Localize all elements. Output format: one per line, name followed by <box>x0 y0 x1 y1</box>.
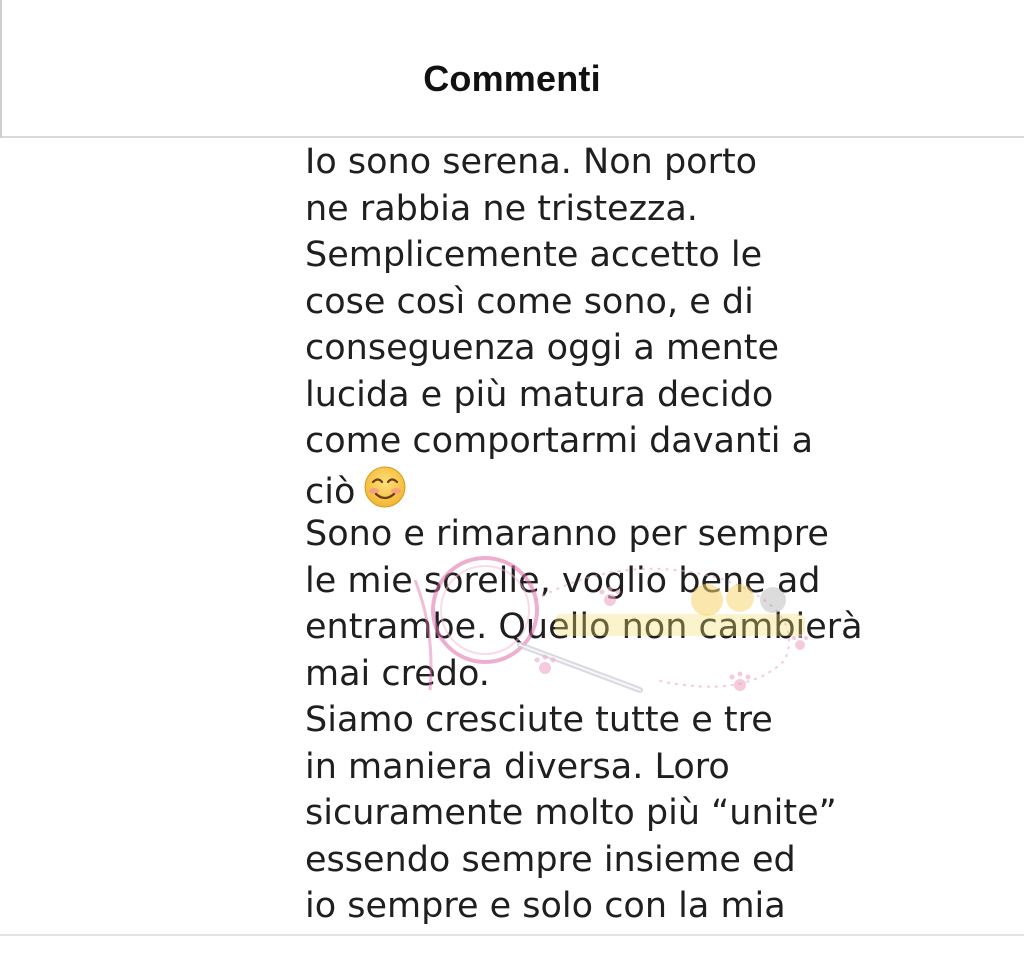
page-title: Commenti <box>423 58 601 99</box>
smiling-face-with-smiling-eyes-icon <box>363 465 407 509</box>
comment-line: io sempre e solo con la mia <box>305 886 786 926</box>
comment-line: cose così come sono, e di <box>305 281 754 322</box>
comments-header: Commenti <box>0 0 1024 138</box>
comments-screen: Commenti Io sono serena. Non porto ne ra… <box>0 0 1024 969</box>
comment-scroll-area[interactable]: Io sono serena. Non porto ne rabbia ne t… <box>0 138 1024 935</box>
comment-line: conseguenza oggi a mente <box>305 328 780 368</box>
comment-line: mai credo. <box>305 653 490 694</box>
comment-line: Semplicemente accetto le <box>305 235 763 275</box>
comment-line: lucida e più matura decido <box>305 374 774 415</box>
comment-line: ciò <box>305 471 356 512</box>
comment-text: Io sono serena. Non porto ne rabbia ne t… <box>305 138 865 930</box>
comment-line: essendo sempre insieme ed <box>305 839 796 880</box>
comment-line: entrambe. Quello non cambierà <box>305 607 863 647</box>
comment-line: Siamo cresciute tutte e tre <box>305 700 773 740</box>
comment-line: le mie sorelle, voglio bene ad <box>305 560 821 601</box>
comment-line: Io sono serena. Non porto <box>305 142 758 182</box>
comment-line: in maniera diversa. Loro <box>305 746 730 787</box>
comment-line: Sono e rimaranno per sempre <box>305 514 829 554</box>
comment-line-with-emoji: ciò <box>305 465 865 512</box>
footer-strip <box>0 936 1024 969</box>
left-edge-divider <box>0 0 2 138</box>
comment-line: sicuramente molto più “unite” <box>305 793 837 833</box>
comment-line: ne rabbia ne tristezza. <box>305 188 698 229</box>
comment-line: come comportarmi davanti a <box>305 421 814 461</box>
